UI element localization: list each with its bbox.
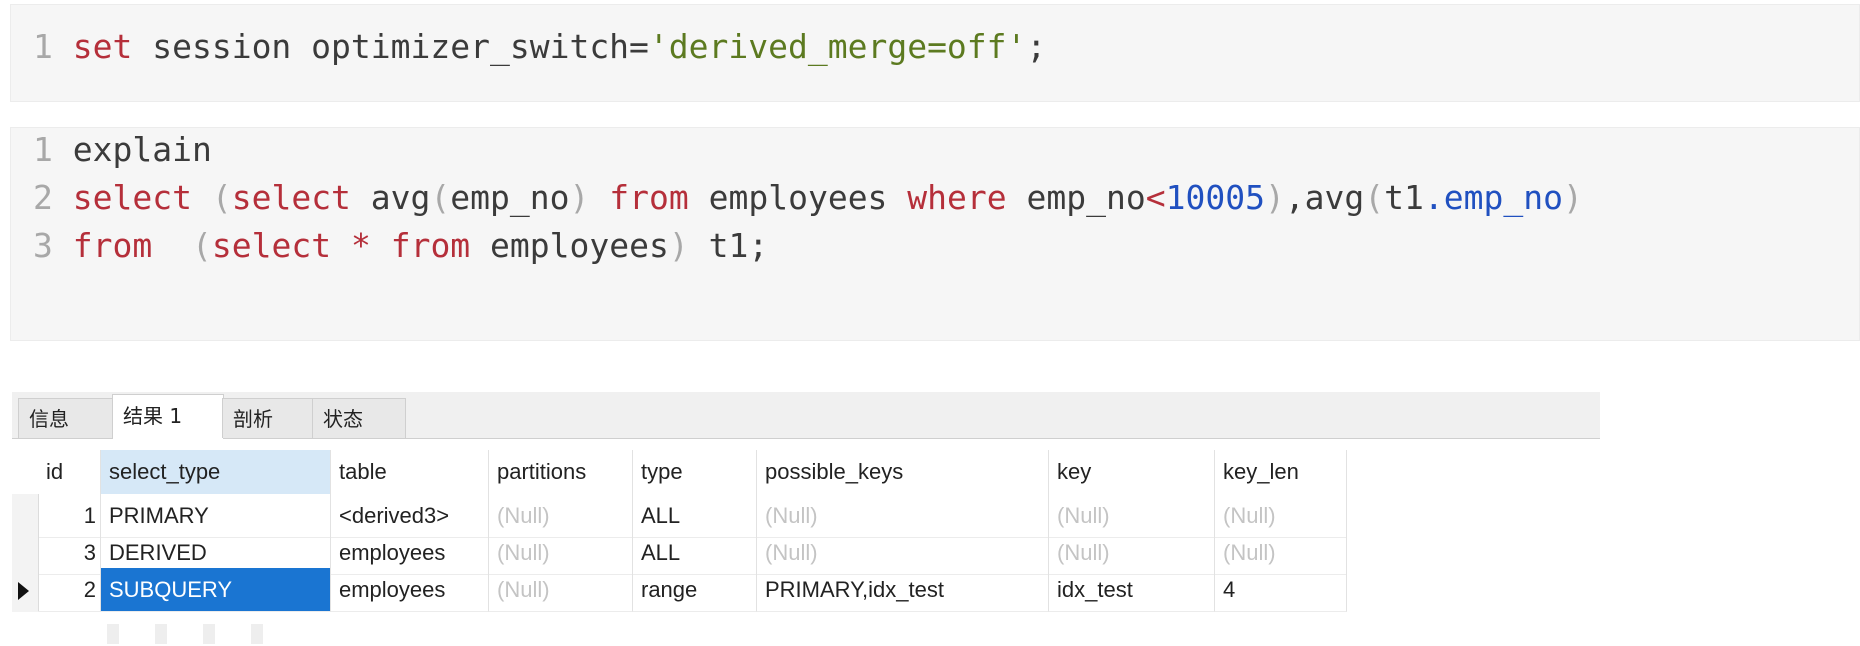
code-token: set bbox=[72, 27, 133, 66]
code-token: employees bbox=[470, 226, 669, 265]
row-header[interactable] bbox=[12, 568, 39, 612]
tab-result-1[interactable]: 结果 1 bbox=[112, 394, 224, 439]
column-header-key-len[interactable]: key_len bbox=[1215, 450, 1347, 494]
cell-id[interactable]: 2 bbox=[38, 568, 101, 612]
code-token: from bbox=[609, 178, 689, 217]
code-token: ,avg bbox=[1284, 178, 1365, 217]
code-token: * bbox=[350, 226, 371, 265]
column-header-key[interactable]: key bbox=[1049, 450, 1215, 494]
code-token: t1; bbox=[688, 226, 769, 265]
table-row[interactable]: 2 SUBQUERY employees (Null) range PRIMARY,idx… bbox=[12, 568, 1600, 612]
cell-table[interactable]: employees bbox=[331, 568, 489, 612]
cell-type[interactable]: range bbox=[633, 568, 757, 612]
code-token: emp_no bbox=[450, 178, 570, 217]
code-token: ) bbox=[1563, 178, 1583, 217]
code-token: ) bbox=[668, 226, 689, 265]
code-line: 2 select (select avg(emp_no) from employ… bbox=[33, 178, 1583, 218]
tab-info[interactable]: 信息 bbox=[18, 398, 114, 438]
code-block-set-session: 1 set session optimizer_switch='derived_… bbox=[10, 4, 1860, 102]
code-token: employees bbox=[688, 178, 908, 217]
tab-status[interactable]: 状态 bbox=[312, 398, 406, 438]
code-token: < bbox=[1145, 178, 1166, 217]
column-header-partitions[interactable]: partitions bbox=[489, 450, 633, 494]
code-token: 10005 bbox=[1165, 178, 1265, 217]
code-token: explain bbox=[72, 130, 212, 169]
code-token: ; bbox=[1026, 27, 1047, 66]
code-token: avg bbox=[350, 178, 431, 217]
column-header-possible-keys[interactable]: possible_keys bbox=[757, 450, 1049, 494]
code-token: ( bbox=[211, 178, 232, 217]
code-token: select bbox=[231, 178, 351, 217]
code-token: select bbox=[72, 178, 192, 217]
line-number: 1 bbox=[33, 130, 53, 169]
tab-profile[interactable]: 剖析 bbox=[222, 398, 314, 438]
code-token: ( bbox=[1364, 178, 1385, 217]
column-header-select-type[interactable]: select_type bbox=[101, 450, 331, 494]
blurred-row-remnant bbox=[107, 624, 287, 644]
code-token: where bbox=[907, 178, 1007, 217]
code-token: ) bbox=[569, 178, 590, 217]
line-number: 3 bbox=[33, 226, 53, 265]
current-row-arrow-icon bbox=[18, 582, 29, 600]
line-number: 2 bbox=[33, 178, 53, 217]
code-token: from bbox=[390, 226, 471, 265]
code-token: 'derived_merge=off' bbox=[648, 27, 1027, 66]
result-tab-bar: 信息 结果 1 剖析 状态 bbox=[12, 392, 1600, 439]
cell-key[interactable]: idx_test bbox=[1049, 568, 1215, 612]
code-line: 1 explain bbox=[33, 130, 212, 170]
result-grid: 信息 结果 1 剖析 状态 id select_type table partitio… bbox=[12, 384, 1600, 646]
code-token: ( bbox=[430, 178, 451, 217]
cell-select-type[interactable]: SUBQUERY bbox=[101, 568, 331, 612]
code-token: ) bbox=[1264, 178, 1285, 217]
cell-possible-keys[interactable]: PRIMARY,idx_test bbox=[757, 568, 1049, 612]
column-header-type[interactable]: type bbox=[633, 450, 757, 494]
code-token: .emp_no bbox=[1423, 178, 1563, 217]
cell-partitions[interactable]: (Null) bbox=[489, 568, 633, 612]
line-number: 1 bbox=[33, 27, 53, 66]
code-line: 1 set session optimizer_switch='derived_… bbox=[33, 27, 1046, 67]
code-token: emp_no bbox=[1006, 178, 1146, 217]
code-token: select bbox=[211, 226, 332, 265]
column-header-table[interactable]: table bbox=[331, 450, 489, 494]
code-token: ( bbox=[191, 226, 212, 265]
cell-key-len[interactable]: 4 bbox=[1215, 568, 1347, 612]
code-token: session optimizer_switch= bbox=[132, 27, 649, 66]
code-token: from bbox=[72, 226, 153, 265]
code-block-explain-query: 1 explain 2 select (select avg(emp_no) fr… bbox=[10, 127, 1860, 341]
column-header-id[interactable]: id bbox=[38, 450, 101, 494]
code-line: 3 from (select * from employees) t1; bbox=[33, 226, 768, 266]
code-token: t1 bbox=[1384, 178, 1424, 217]
